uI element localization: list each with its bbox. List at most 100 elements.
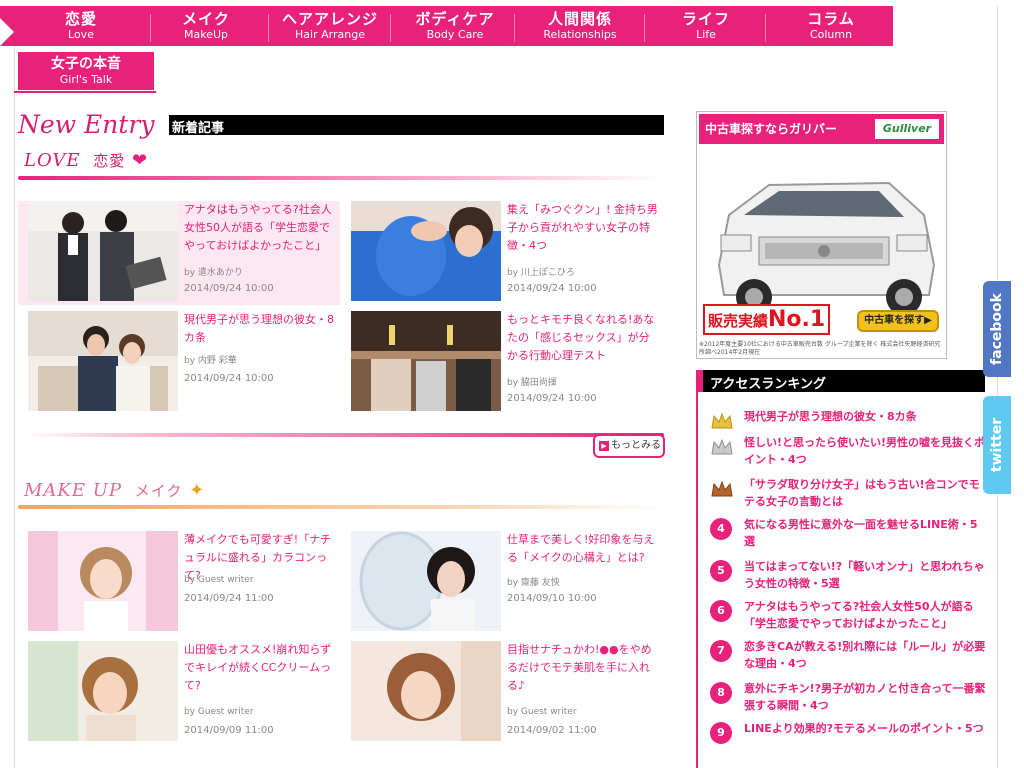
article-thumbnail[interactable]	[351, 201, 501, 301]
nav-hair-arrange[interactable]: ヘアアレンジ Hair Arrange	[275, 10, 385, 42]
article-card[interactable]: 現代男子が思う理想の彼女・8カ条 by 内野 彩華 2014/09/24 10:…	[18, 311, 340, 415]
gulliver-logo: Gulliver	[875, 119, 939, 139]
article-author: by Guest writer	[184, 575, 254, 585]
ranking-item-title[interactable]: 気になる男性に意外な一面を魅せるLINE術・5選	[744, 516, 988, 550]
ranking-header: アクセスランキング	[696, 370, 985, 392]
facebook-label: facebook	[989, 293, 1005, 365]
nav-column-jp: コラム	[807, 10, 855, 28]
nav-body-care[interactable]: ボディケア Body Care	[400, 10, 510, 42]
article-thumbnail[interactable]	[351, 311, 501, 411]
hug-photo	[351, 201, 501, 301]
makeup-heading-jp: メイク	[134, 482, 183, 500]
article-thumbnail[interactable]	[28, 311, 178, 411]
nav-column-en: Column	[809, 28, 853, 41]
nav-separator	[644, 14, 645, 42]
article-card[interactable]: もっとキモチ良くなれる!あなたの「感じるセックス」が分かる行動心理テスト by …	[341, 311, 663, 415]
article-title[interactable]: 現代男子が思う理想の彼女・8カ条	[184, 311, 336, 347]
article-thumbnail[interactable]	[28, 641, 178, 741]
article-author: by 齋藤 友怏	[507, 578, 560, 588]
nav-life[interactable]: ライフ Life	[651, 10, 761, 42]
ranking-item-title[interactable]: 当てはまってない!?「軽いオンナ」と思われちゃう女性の特徴・5選	[744, 558, 988, 592]
love-section-rule	[18, 176, 664, 180]
article-thumbnail[interactable]	[28, 531, 178, 631]
ad-sales-prefix: 販売実績	[708, 312, 769, 330]
article-date: 2014/09/24 10:00	[184, 373, 274, 384]
nav-love-jp: 恋愛	[64, 10, 97, 28]
ranking-title: アクセスランキング	[710, 377, 826, 392]
article-date: 2014/09/24 11:00	[184, 593, 274, 604]
girls-talk-tab[interactable]: 女子の本音 Girl's Talk	[18, 52, 154, 90]
love-more-rule	[24, 433, 664, 437]
ranking-item-title[interactable]: 意外にチキン!?男子が初カノと付き合って一番緊張する瞬間・4つ	[744, 680, 988, 714]
article-title[interactable]: もっとキモチ良くなれる!あなたの「感じるセックス」が分かる行動心理テスト	[507, 311, 659, 365]
article-title[interactable]: アナタはもうやってる?社会人女性50人が語る「学生恋愛でやっておけばよかったこと…	[184, 201, 336, 255]
nav-notch	[0, 18, 14, 46]
ranking-item-title[interactable]: アナタはもうやってる?社会人女性50人が語る「学生恋愛でやっておけばよかったこと…	[744, 598, 988, 632]
ranking-item-title[interactable]: 現代男子が思う理想の彼女・8カ条	[744, 408, 988, 425]
bar-women-photo	[351, 311, 501, 411]
love-more-button[interactable]: ▶ もっとみる	[593, 434, 665, 458]
nav-love[interactable]: 恋愛 Love	[26, 10, 136, 42]
article-date: 2014/09/10 10:00	[507, 593, 597, 604]
new-entry-label: 新着記事	[172, 121, 225, 136]
article-author: by 脇田尚揮	[507, 378, 557, 388]
makeup-section-heading: MAKE UP メイク ✦	[24, 480, 205, 501]
love-heading-en: LOVE	[24, 150, 81, 171]
ranking-item-title[interactable]: 怪しい!と思ったら使いたい!男性の嘘を見抜くポイント・4つ	[744, 434, 988, 468]
article-author: by Guest writer	[184, 707, 254, 717]
twitter-share-tab[interactable]: twitter	[983, 396, 1011, 494]
new-entry-bar-mark	[165, 115, 169, 135]
article-title[interactable]: 仕草まで美しく!好印象を与える「メイクの心構え」とは?	[507, 531, 659, 567]
ad-sales-badge: 販売実績No.1	[703, 304, 831, 335]
article-title[interactable]: 集え「みつぐクン」! 金持ち男子から貢がれやすい女子の特徴・4つ	[507, 201, 659, 255]
ranking-number: 6	[710, 600, 732, 622]
ranking-item-title[interactable]: LINEより効果的?モテるメールのポイント・5つ	[744, 720, 988, 737]
article-title[interactable]: 山田優もオススメ!崩れ知らずでキレイが続くCCクリームって?	[184, 641, 336, 695]
girl-portrait-photo	[351, 641, 501, 741]
article-title[interactable]: 目指せナチュかわ!●●をやめるだけでモテ美肌を手に入れる♪	[507, 641, 659, 695]
silver-crown-icon	[711, 438, 733, 455]
new-entry-bar: 新着記事	[165, 115, 664, 136]
nav-hair-arrange-jp: ヘアアレンジ	[281, 10, 378, 28]
love-section-heading: LOVE 恋愛 ❤	[24, 150, 148, 171]
nav-body-care-jp: ボディケア	[415, 10, 495, 28]
ranking-number: 4	[710, 518, 732, 540]
article-card[interactable]: 薄メイクでも可愛すぎ!「ナチュラルに盛れる」カラコンって? by Guest w…	[18, 531, 340, 635]
article-card[interactable]: アナタはもうやってる?社会人女性50人が語る「学生恋愛でやっておけばよかったこと…	[18, 201, 340, 305]
play-arrow-icon: ▶	[599, 441, 609, 451]
smiling-girl-photo	[28, 641, 178, 741]
ranking-item-title[interactable]: 恋多きCAが教える!別れ際には「ルール」が必要な理由・4つ	[744, 638, 988, 672]
makeup-section-rule	[18, 505, 664, 509]
article-card[interactable]: 山田優もオススメ!崩れ知らずでキレイが続くCCクリームって? by Guest …	[18, 641, 340, 745]
bronze-crown-icon	[711, 480, 733, 497]
ranking-item-title[interactable]: 「サラダ取り分け女子」はもう古い!合コンでモテる女子の言動とは	[744, 476, 988, 510]
nav-life-jp: ライフ	[681, 10, 730, 28]
article-card[interactable]: 集え「みつぐクン」! 金持ち男子から貢がれやすい女子の特徴・4つ by 川上ぽこ…	[341, 201, 663, 305]
ranking-list: 現代男子が思う理想の彼女・8カ条 怪しい!と思ったら使いたい!男性の嘘を見抜くポ…	[696, 392, 988, 768]
article-thumbnail[interactable]	[351, 641, 501, 741]
girls-talk-en: Girl's Talk	[59, 73, 113, 86]
article-author: by Guest writer	[507, 707, 577, 717]
couple-sofa-photo	[28, 311, 178, 411]
ranking-header-mark	[696, 370, 703, 392]
article-card[interactable]: 目指せナチュかわ!●●をやめるだけでモテ美肌を手に入れる♪ by Guest w…	[341, 641, 663, 745]
nav-separator	[514, 14, 515, 42]
girl-mirror-photo	[351, 531, 501, 631]
nav-column[interactable]: コラム Column	[776, 10, 886, 42]
ad-footnote: ※2012年度主要10社における中古車販売台数 グループ企業を除く 株式会社矢野…	[699, 341, 941, 356]
article-thumbnail[interactable]	[351, 531, 501, 631]
gold-crown-icon	[711, 412, 733, 429]
nav-relationships[interactable]: 人間関係 Relationships	[525, 11, 635, 42]
article-author: by 川上ぽこひろ	[507, 268, 575, 278]
gulliver-ad-banner[interactable]: 中古車探すならガリバー Gulliver 販売実績No.1 中古車を探す▶ ※2…	[696, 111, 947, 359]
more-label: もっとみる	[611, 440, 661, 451]
search-used-car-button[interactable]: 中古車を探す▶	[857, 310, 939, 332]
top-nav: 恋愛 Love メイク MakeUp ヘアアレンジ Hair Arrange ボ…	[0, 6, 893, 46]
article-date: 2014/09/02 11:00	[507, 725, 597, 736]
love-heading-jp: 恋愛	[93, 152, 126, 170]
facebook-share-tab[interactable]: facebook	[983, 281, 1011, 377]
article-thumbnail[interactable]	[28, 201, 178, 301]
nav-makeup[interactable]: メイク MakeUp	[151, 11, 261, 42]
ad-sales-number: No.1	[768, 307, 826, 332]
article-card[interactable]: 仕草まで美しく!好印象を与える「メイクの心構え」とは? by 齋藤 友怏 201…	[341, 531, 663, 635]
